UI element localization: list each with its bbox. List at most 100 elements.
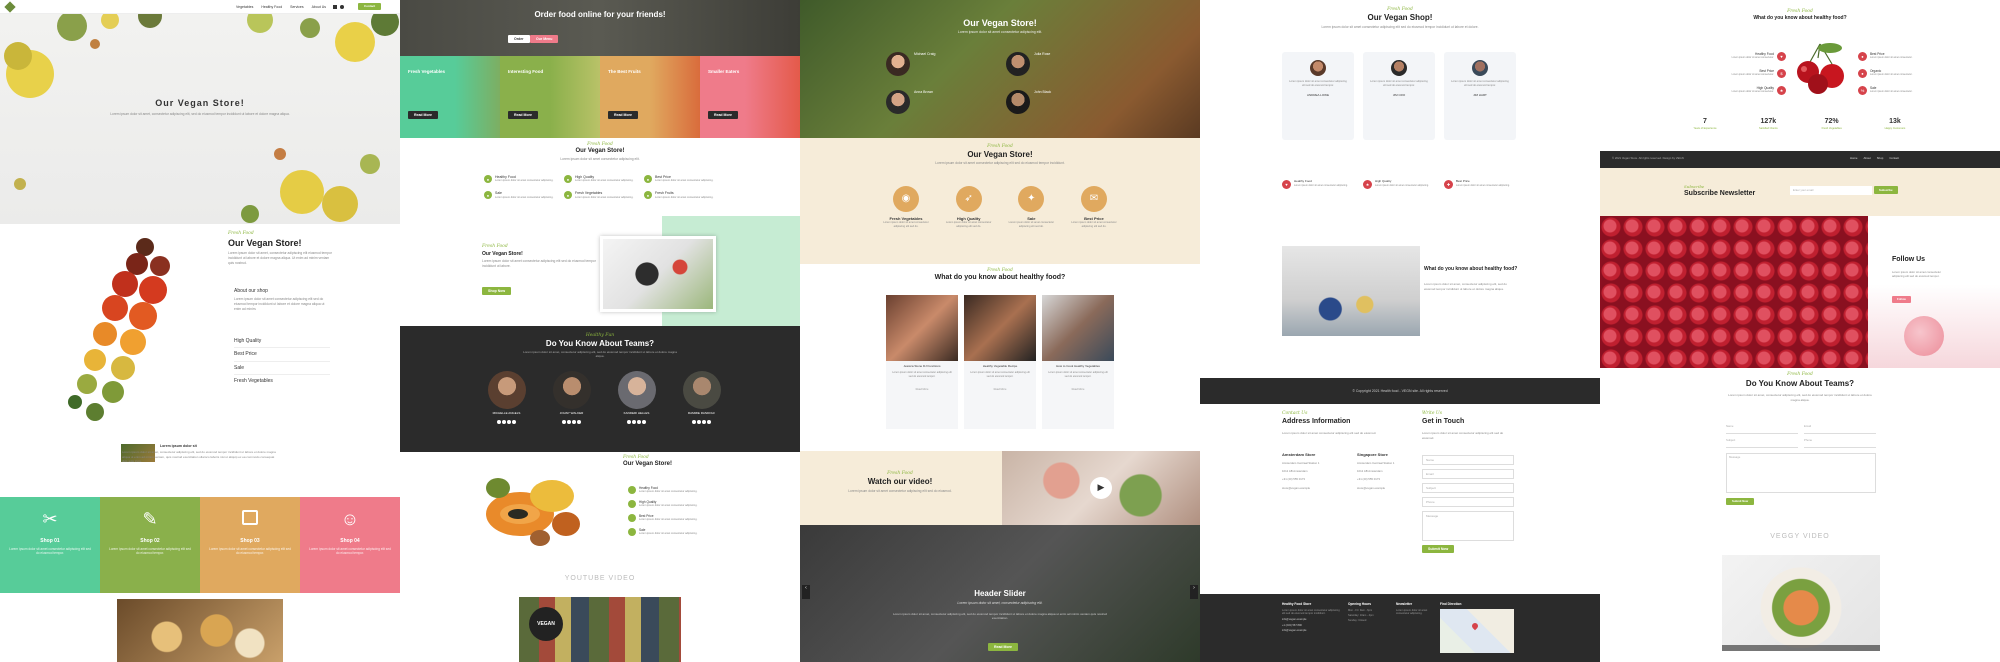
person-link[interactable]: Read More — [964, 388, 1036, 391]
store-text: Lorem ipsum dolor sit amet consectetur a… — [482, 259, 596, 268]
list-item: Sale — [234, 362, 330, 375]
list-item: High Quality Lorem ipsum dolor sit amet c… — [628, 500, 718, 508]
user-icon[interactable] — [340, 5, 344, 9]
instagram-icon[interactable] — [572, 419, 576, 424]
menu-button[interactable]: Our Menu — [530, 35, 559, 44]
card-button[interactable]: Read More — [708, 111, 738, 120]
phone-field[interactable]: Phone — [1422, 497, 1514, 507]
linkedin-icon[interactable] — [577, 419, 581, 424]
newsletter-input[interactable]: Enter your email — [1790, 186, 1872, 195]
footer-col-newsletter: Newsletter Lorem ipsum dolor sit amet co… — [1396, 602, 1432, 615]
nav-item-about[interactable]: About Us — [312, 5, 326, 9]
team-member: KANDERI HELLES — [614, 371, 659, 424]
linkedin-icon[interactable] — [642, 419, 646, 424]
salad-video[interactable] — [1722, 555, 1880, 651]
list-item: Best Price — [234, 348, 330, 362]
submit-button[interactable]: Submit Now — [1422, 545, 1455, 554]
review-name: JIM CRO — [1392, 92, 1406, 97]
twitter-icon[interactable] — [697, 419, 701, 424]
subscribe-button[interactable]: Subscribe — [1874, 186, 1898, 195]
footer-contact[interactable]: info@vegan.example — [1282, 629, 1340, 632]
footer-link-home[interactable]: Home — [1850, 156, 1857, 160]
phone-field[interactable]: Phone — [1804, 438, 1876, 448]
instagram-icon[interactable] — [507, 419, 511, 424]
name-field[interactable]: Name — [1422, 455, 1514, 465]
email-field[interactable]: Email — [1422, 469, 1514, 479]
shop-now-button[interactable]: Shop Now — [482, 287, 512, 296]
name-field[interactable]: Name — [1726, 424, 1798, 434]
linkedin-icon[interactable] — [512, 419, 516, 424]
store-title: Our Vegan Store! — [967, 150, 1033, 159]
nav-contact-button[interactable]: Contact — [358, 3, 382, 10]
twitter-icon[interactable] — [567, 419, 571, 424]
slider-button[interactable]: Read More — [988, 643, 1018, 652]
card-button[interactable]: Read More — [608, 111, 638, 120]
order-button[interactable]: Order — [508, 35, 530, 44]
facebook-icon[interactable] — [692, 419, 696, 424]
map[interactable] — [1440, 609, 1514, 653]
follow-title: Follow Us — [1892, 256, 1926, 263]
nav-item-healthy-food[interactable]: Healthy Food — [261, 5, 282, 9]
hours-line: Saturday: 10am - 4pm — [1348, 614, 1374, 618]
avatar — [886, 52, 910, 76]
feature-item: ● Fresh Vegetables Lorem ipsum dolor sit a… — [564, 191, 644, 200]
feature-text: Lorem ipsum dolor sit amet consectetur a… — [1294, 183, 1348, 187]
person-card[interactable]: How to Cook Healthy Vegetables Lorem ipsu… — [1042, 295, 1114, 429]
nav-item-vegetables[interactable]: Vegetables — [236, 5, 253, 9]
subject-field[interactable]: Subject — [1422, 483, 1514, 493]
video-controls[interactable] — [1722, 645, 1880, 651]
avatar — [552, 371, 591, 409]
message-field[interactable]: Message — [1422, 511, 1514, 541]
facebook-icon[interactable] — [627, 419, 631, 424]
instagram-icon[interactable] — [637, 419, 641, 424]
footer-contact[interactable]: +1 (234) 567 890 — [1282, 624, 1340, 627]
card-button[interactable]: Read More — [508, 111, 538, 120]
person-card[interactable]: Jessica Stone DJ Functions Lorem ipsum do… — [886, 295, 958, 429]
footer-link-contact[interactable]: Contact — [1889, 156, 1899, 160]
teams-text: Lorem ipsum dolor sit amet, consectetur … — [523, 350, 677, 358]
follow-button[interactable]: Follow — [1892, 296, 1911, 304]
tile-shop-02[interactable]: ✎ Shop 02 Lorem ipsum dolor sit amet con… — [100, 497, 200, 593]
youtube-video[interactable]: VEGAN — [519, 597, 681, 662]
features-script: Fresh Food — [587, 142, 613, 147]
feature-text: Lorem ipsum dolor sit amet consectetur. — [1731, 56, 1774, 59]
person-link[interactable]: Read More — [1042, 388, 1114, 391]
person-photo — [886, 295, 958, 361]
video-text: Lorem ipsum dolor sit amet consectetur a… — [848, 489, 952, 493]
footer-link-shop[interactable]: Shop — [1877, 156, 1884, 160]
tile-shop-04[interactable]: ☺ Shop 04 Lorem ipsum dolor sit amet con… — [300, 497, 400, 593]
panel-newsletter: Fresh Food What do you know about health… — [1600, 0, 2000, 662]
email-field[interactable]: Email — [1804, 424, 1876, 434]
facebook-icon[interactable] — [562, 419, 566, 424]
play-icon[interactable]: ▶ — [1090, 477, 1112, 499]
instagram-icon[interactable] — [702, 419, 706, 424]
cart-icon[interactable] — [333, 5, 337, 9]
video-thumb[interactable]: ▶ — [1002, 451, 1200, 525]
person-link[interactable]: Read More — [886, 388, 958, 391]
about-link[interactable]: About our shop — [234, 288, 268, 294]
twitter-icon[interactable] — [502, 419, 506, 424]
subject-field[interactable]: Subject — [1726, 438, 1798, 448]
card-best-fruits[interactable]: The Best Fruits Read More — [600, 56, 700, 138]
footer-link-about[interactable]: About — [1863, 156, 1870, 160]
nav-item-services[interactable]: Services — [290, 5, 303, 9]
twitter-icon[interactable] — [632, 419, 636, 424]
linkedin-icon[interactable] — [707, 419, 711, 424]
tile-shop-03[interactable]: Shop 03 Lorem ipsum dolor sit amet conse… — [200, 497, 300, 593]
stat-value: 7 — [1703, 118, 1707, 125]
person-card[interactable]: Healthy Vegetable Recipe Lorem ipsum dolo… — [964, 295, 1036, 429]
card-fresh-vegetables[interactable]: Fresh Vegetables Read More — [400, 56, 500, 138]
contact-form: Name Email Subject Phone Message Submit … — [1422, 455, 1514, 554]
logo-icon[interactable] — [4, 1, 16, 13]
card-button[interactable]: Read More — [408, 111, 438, 120]
card-interesting-food[interactable]: Interesting Food Read More — [500, 56, 600, 138]
tile-shop-01[interactable]: ✂ Shop 01 Lorem ipsum dolor sit amet con… — [0, 497, 100, 593]
footer-contact[interactable]: info@vegan.example — [1282, 618, 1340, 621]
facebook-icon[interactable] — [497, 419, 501, 424]
card-smaller-eaters[interactable]: Smaller Eaters Read More — [700, 56, 800, 138]
message-field[interactable]: Message — [1726, 453, 1876, 493]
list-item: Sale Lorem ipsum dolor sit amet consectet… — [628, 528, 718, 536]
form-submit-button[interactable]: Submit Now — [1726, 498, 1755, 506]
team-member: RAMMIE RANDOLF — [679, 371, 724, 424]
teams-script: Healthy Fun — [585, 333, 615, 338]
